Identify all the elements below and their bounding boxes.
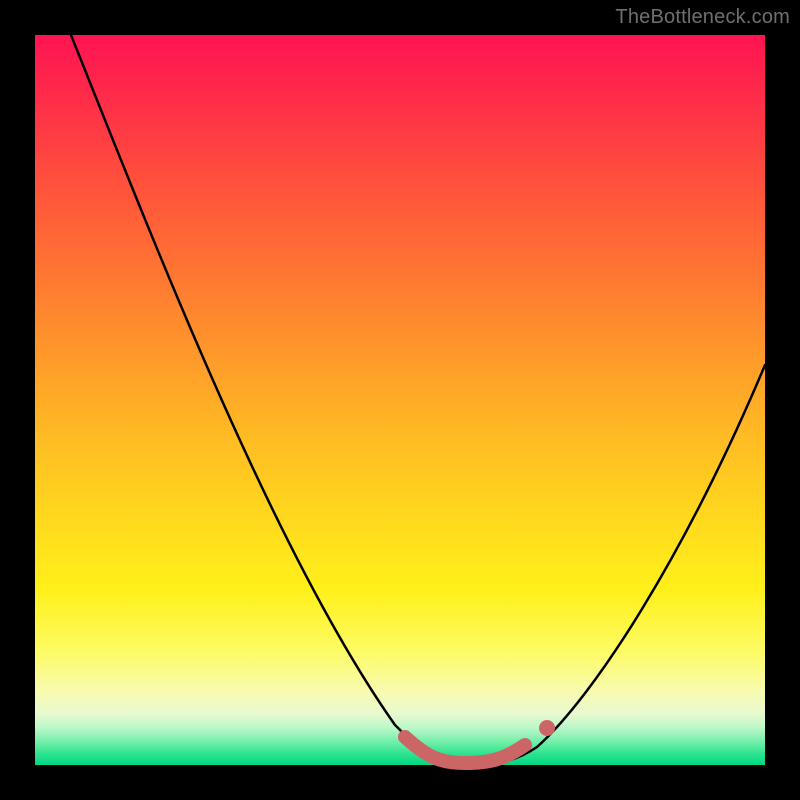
chart-frame: TheBottleneck.com	[0, 0, 800, 800]
highlight-band	[405, 737, 525, 763]
chart-svg	[35, 35, 765, 765]
bottleneck-curve	[71, 35, 765, 765]
highlight-marker	[539, 720, 555, 736]
watermark-text: TheBottleneck.com	[615, 6, 790, 29]
